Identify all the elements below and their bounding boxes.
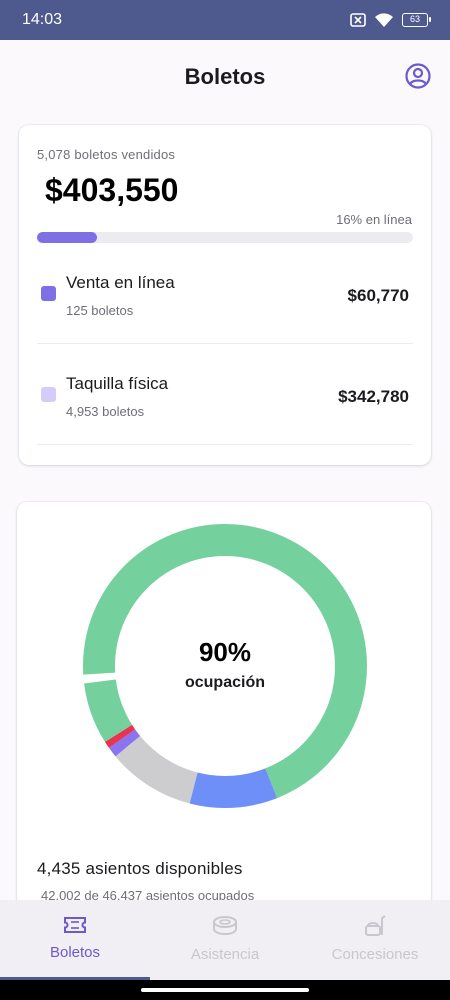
wifi-icon (374, 12, 394, 28)
channel-row-box-office[interactable]: Taquilla física 4,953 boletos $342,780 (37, 344, 413, 445)
page-title: Boletos (184, 64, 266, 89)
stadium-icon (213, 916, 237, 936)
nav-item-concesiones[interactable]: Concesiones (300, 900, 450, 980)
nav-label: Boletos (49, 944, 101, 961)
box-office-color-swatch (41, 387, 56, 402)
home-handle[interactable] (141, 988, 309, 992)
account-circle-icon (405, 63, 431, 89)
app-bar: Boletos (0, 40, 450, 114)
occupancy-label: ocupación (184, 673, 265, 691)
channel-amount: $60,770 (347, 286, 409, 305)
total-revenue: $403,550 (45, 172, 179, 208)
tickets-sold-label: 5,078 boletos vendidos (37, 147, 176, 162)
nav-item-boletos[interactable]: Boletos (0, 900, 150, 980)
channel-name: Venta en línea (66, 273, 175, 292)
channel-count: 125 boletos (66, 303, 134, 318)
nav-label: Asistencia (190, 946, 260, 963)
food-icon (365, 915, 386, 936)
channel-name: Taquilla física (66, 374, 169, 393)
nav-item-asistencia[interactable]: Asistencia (150, 900, 300, 980)
online-color-swatch (41, 286, 56, 301)
channel-row-online[interactable]: Venta en línea 125 boletos $60,770 (37, 243, 413, 344)
channel-amount: $342,780 (338, 387, 409, 406)
sales-card: 5,078 boletos vendidos $403,550 16% en l… (19, 125, 431, 465)
online-progress-bar (37, 232, 413, 243)
status-time: 14:03 (22, 11, 63, 28)
sim-off-icon (350, 13, 366, 27)
online-progress-fill (37, 232, 98, 243)
status-bar: 14:03 63 (0, 0, 450, 40)
online-percent-label: 16% en línea (336, 212, 412, 227)
channel-count: 4,953 boletos (66, 404, 145, 419)
ticket-icon (64, 917, 86, 933)
nav-label: Concesiones (331, 946, 419, 963)
occupancy-percent: 90% (198, 636, 252, 667)
profile-button[interactable] (404, 62, 432, 90)
occupancy-card: 90% ocupación 4,435 asientos disponibles… (17, 502, 431, 922)
status-icons: 63 (350, 12, 431, 28)
seats-available: 4,435 asientos disponibles (37, 859, 243, 878)
donut-center: 90% ocupación (83, 524, 367, 808)
bottom-navigation: Boletos Asistencia Concesiones (0, 900, 450, 980)
battery-icon: 63 (402, 13, 431, 27)
system-navigation-bar (0, 980, 450, 1000)
